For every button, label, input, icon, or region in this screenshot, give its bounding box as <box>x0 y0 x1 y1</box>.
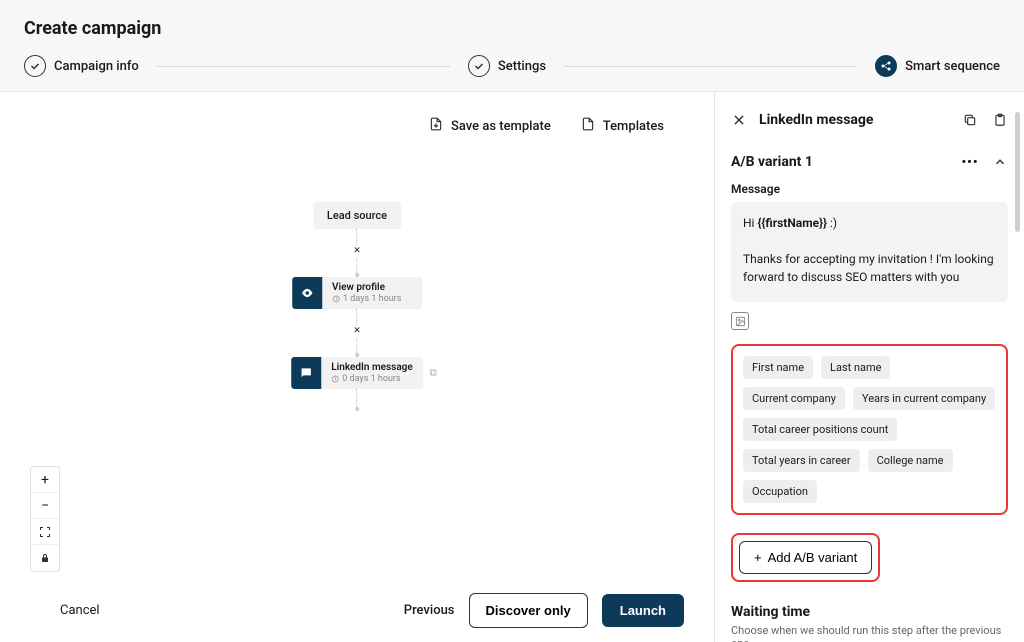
save-template-label: Save as template <box>451 119 551 134</box>
chip-college-name[interactable]: College name <box>868 449 953 472</box>
canvas-toolbar: Save as template Templates <box>0 92 714 136</box>
panel-title: LinkedIn message <box>759 112 950 128</box>
chip-years-current-company[interactable]: Years in current company <box>853 387 995 410</box>
chip-occupation[interactable]: Occupation <box>743 480 817 503</box>
discover-only-button[interactable]: Discover only <box>469 593 588 628</box>
add-ab-variant-button[interactable]: + Add A/B variant <box>739 541 872 574</box>
step-divider <box>157 66 450 67</box>
more-icon[interactable]: ••• <box>962 154 978 170</box>
chip-last-name[interactable]: Last name <box>821 356 890 379</box>
main: Save as template Templates Lead source ✕ <box>0 92 1024 642</box>
copy-icon[interactable] <box>962 112 978 128</box>
message-textarea[interactable]: Hi {{firstName}} :) Thanks for accepting… <box>731 202 1008 302</box>
page-title: Create campaign <box>24 18 1000 39</box>
waiting-time-title: Waiting time <box>731 604 1008 620</box>
chevron-up-icon[interactable] <box>992 154 1008 170</box>
canvas-area: Save as template Templates Lead source ✕ <box>0 92 714 642</box>
flow-connector <box>357 255 358 273</box>
templates-button[interactable]: Templates <box>581 116 664 136</box>
node-body: View profile 1 days 1 hours <box>322 277 422 309</box>
step-campaign-info[interactable]: Campaign info <box>24 55 139 77</box>
chip-total-positions[interactable]: Total career positions count <box>743 418 897 441</box>
side-panel: LinkedIn message A/B variant 1 ••• Messa… <box>714 92 1024 642</box>
node-title: View profile <box>332 282 412 293</box>
zoom-in-button[interactable]: + <box>31 467 59 493</box>
launch-button[interactable]: Launch <box>602 594 684 627</box>
image-icon[interactable] <box>731 312 749 330</box>
node-lead-source[interactable]: Lead source <box>313 202 401 229</box>
message-label: Message <box>731 182 1008 196</box>
step-label: Smart sequence <box>905 59 1000 74</box>
scrollbar[interactable] <box>1015 112 1020 232</box>
variable-chips-highlight: First name Last name Current company Yea… <box>731 344 1008 515</box>
eye-icon <box>292 277 322 309</box>
add-variant-highlight: + Add A/B variant <box>731 533 880 582</box>
cancel-button[interactable]: Cancel <box>60 603 100 618</box>
step-label: Campaign info <box>54 59 139 74</box>
variable-chips: First name Last name Current company Yea… <box>743 356 996 503</box>
node-title: LinkedIn message <box>331 362 413 373</box>
header: Create campaign Campaign info Settings S… <box>0 0 1024 92</box>
document-save-icon <box>429 116 443 136</box>
sequence-icon <box>875 55 897 77</box>
save-template-button[interactable]: Save as template <box>429 116 551 136</box>
add-ab-variant-label: Add A/B variant <box>768 550 858 565</box>
plus-icon: + <box>754 550 762 565</box>
step-smart-sequence[interactable]: Smart sequence <box>875 55 1000 77</box>
document-icon <box>581 116 595 136</box>
node-linkedin-message[interactable]: LinkedIn message 0 days 1 hours ⧉ <box>291 357 423 389</box>
lock-button[interactable] <box>31 545 59 571</box>
variant-header: A/B variant 1 ••• <box>731 154 1008 170</box>
panel-header: LinkedIn message <box>731 112 1008 128</box>
check-icon <box>468 55 490 77</box>
close-icon[interactable] <box>731 112 747 128</box>
templates-label: Templates <box>603 119 664 134</box>
chip-current-company[interactable]: Current company <box>743 387 845 410</box>
attach-image-row <box>731 312 1008 330</box>
flow-connector <box>357 335 358 353</box>
flow-canvas[interactable]: Lead source ✕ View profile 1 days 1 hour… <box>291 202 423 411</box>
zoom-controls: + − <box>30 466 60 572</box>
node-body: LinkedIn message 0 days 1 hours <box>321 357 423 389</box>
node-view-profile[interactable]: View profile 1 days 1 hours <box>292 277 422 309</box>
remove-connector-icon[interactable]: ✕ <box>351 325 363 337</box>
chip-total-years-career[interactable]: Total years in career <box>743 449 860 472</box>
copy-small-icon[interactable]: ⧉ <box>430 368 437 379</box>
zoom-out-button[interactable]: − <box>31 493 59 519</box>
fit-screen-button[interactable] <box>31 519 59 545</box>
step-settings[interactable]: Settings <box>468 55 546 77</box>
footer: Cancel Previous Discover only Launch <box>0 579 714 642</box>
node-subtitle: 1 days 1 hours <box>332 294 412 304</box>
chat-icon <box>291 357 321 389</box>
remove-connector-icon[interactable]: ✕ <box>351 245 363 257</box>
clipboard-icon[interactable] <box>992 112 1008 128</box>
flow-connector <box>357 389 358 407</box>
steps-bar: Campaign info Settings Smart sequence <box>24 55 1000 91</box>
waiting-time-sub: Choose when we should run this step afte… <box>731 624 1008 642</box>
footer-right: Previous Discover only Launch <box>404 593 684 628</box>
connector-dot <box>355 407 359 411</box>
step-divider <box>564 66 857 67</box>
variant-title: A/B variant 1 <box>731 154 813 170</box>
step-label: Settings <box>498 59 546 74</box>
check-icon <box>24 55 46 77</box>
node-subtitle: 0 days 1 hours <box>331 374 413 384</box>
chip-first-name[interactable]: First name <box>743 356 813 379</box>
previous-button[interactable]: Previous <box>404 603 455 618</box>
